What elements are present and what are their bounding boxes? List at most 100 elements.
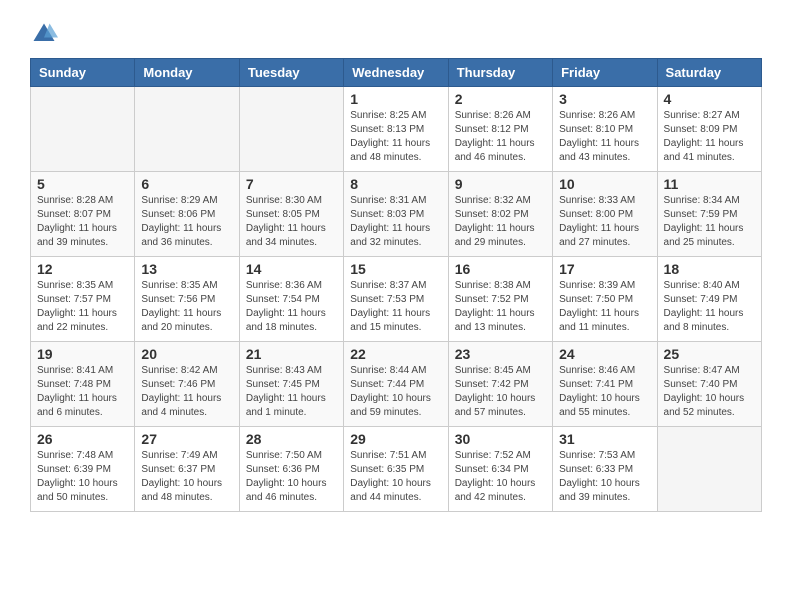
calendar-cell: 8 Sunrise: 8:31 AMSunset: 8:03 PMDaylight… (344, 172, 448, 257)
calendar-cell: 29 Sunrise: 7:51 AMSunset: 6:35 PMDayligh… (344, 427, 448, 512)
page-container: SundayMondayTuesdayWednesdayThursdayFrid… (30, 20, 762, 512)
calendar-week-row: 5 Sunrise: 8:28 AMSunset: 8:07 PMDaylight… (31, 172, 762, 257)
day-info: Sunrise: 8:40 AMSunset: 7:49 PMDaylight:… (664, 279, 755, 335)
day-info: Sunrise: 7:48 AMSunset: 6:39 PMDaylight:… (37, 449, 128, 505)
day-number: 23 (455, 346, 546, 362)
logo-icon (30, 20, 58, 48)
day-info: Sunrise: 8:34 AMSunset: 7:59 PMDaylight:… (664, 194, 755, 250)
day-info: Sunrise: 8:45 AMSunset: 7:42 PMDaylight:… (455, 364, 546, 420)
day-info: Sunrise: 8:26 AMSunset: 8:12 PMDaylight:… (455, 109, 546, 165)
calendar-cell: 12 Sunrise: 8:35 AMSunset: 7:57 PMDayligh… (31, 257, 135, 342)
day-number: 26 (37, 431, 128, 447)
day-number: 1 (350, 91, 441, 107)
calendar-week-row: 1 Sunrise: 8:25 AMSunset: 8:13 PMDaylight… (31, 87, 762, 172)
day-number: 5 (37, 176, 128, 192)
day-info: Sunrise: 8:44 AMSunset: 7:44 PMDaylight:… (350, 364, 441, 420)
day-number: 21 (246, 346, 337, 362)
calendar-header: SundayMondayTuesdayWednesdayThursdayFrid… (31, 59, 762, 87)
calendar-cell: 27 Sunrise: 7:49 AMSunset: 6:37 PMDayligh… (135, 427, 239, 512)
calendar-cell: 24Sunrise: 8:46 AMSunset: 7:41 PMDayligh… (553, 342, 657, 427)
day-info: Sunrise: 8:37 AMSunset: 7:53 PMDaylight:… (350, 279, 441, 335)
day-number: 2 (455, 91, 546, 107)
calendar-cell: 5 Sunrise: 8:28 AMSunset: 8:07 PMDaylight… (31, 172, 135, 257)
day-number: 25 (664, 346, 755, 362)
calendar-cell: 1 Sunrise: 8:25 AMSunset: 8:13 PMDaylight… (344, 87, 448, 172)
day-info: Sunrise: 8:43 AMSunset: 7:45 PMDaylight:… (246, 364, 337, 420)
calendar-cell: 23 Sunrise: 8:45 AMSunset: 7:42 PMDayligh… (448, 342, 552, 427)
day-number: 3 (559, 91, 650, 107)
day-number: 17 (559, 261, 650, 277)
weekday-header-row: SundayMondayTuesdayWednesdayThursdayFrid… (31, 59, 762, 87)
day-info: Sunrise: 8:31 AMSunset: 8:03 PMDaylight:… (350, 194, 441, 250)
day-info: Sunrise: 8:33 AMSunset: 8:00 PMDaylight:… (559, 194, 650, 250)
weekday-header-sunday: Sunday (31, 59, 135, 87)
weekday-header-saturday: Saturday (657, 59, 761, 87)
day-number: 28 (246, 431, 337, 447)
calendar-cell: 14 Sunrise: 8:36 AMSunset: 7:54 PMDayligh… (239, 257, 343, 342)
day-info: Sunrise: 8:35 AMSunset: 7:57 PMDaylight:… (37, 279, 128, 335)
calendar-cell: 22 Sunrise: 8:44 AMSunset: 7:44 PMDayligh… (344, 342, 448, 427)
calendar-week-row: 26 Sunrise: 7:48 AMSunset: 6:39 PMDayligh… (31, 427, 762, 512)
day-number: 24 (559, 346, 650, 362)
day-info: Sunrise: 8:30 AMSunset: 8:05 PMDaylight:… (246, 194, 337, 250)
day-info: Sunrise: 8:35 AMSunset: 7:56 PMDaylight:… (141, 279, 232, 335)
calendar-cell (657, 427, 761, 512)
calendar-week-row: 12 Sunrise: 8:35 AMSunset: 7:57 PMDayligh… (31, 257, 762, 342)
day-number: 13 (141, 261, 232, 277)
calendar-cell: 13 Sunrise: 8:35 AMSunset: 7:56 PMDayligh… (135, 257, 239, 342)
day-info: Sunrise: 8:36 AMSunset: 7:54 PMDaylight:… (246, 279, 337, 335)
calendar-cell: 11 Sunrise: 8:34 AMSunset: 7:59 PMDayligh… (657, 172, 761, 257)
day-number: 6 (141, 176, 232, 192)
day-number: 4 (664, 91, 755, 107)
calendar-cell: 30 Sunrise: 7:52 AMSunset: 6:34 PMDayligh… (448, 427, 552, 512)
day-number: 31 (559, 431, 650, 447)
day-info: Sunrise: 8:27 AMSunset: 8:09 PMDaylight:… (664, 109, 755, 165)
calendar-cell: 31 Sunrise: 7:53 AMSunset: 6:33 PMDayligh… (553, 427, 657, 512)
day-number: 14 (246, 261, 337, 277)
day-number: 29 (350, 431, 441, 447)
day-info: Sunrise: 8:47 AMSunset: 7:40 PMDaylight:… (664, 364, 755, 420)
day-number: 7 (246, 176, 337, 192)
weekday-header-monday: Monday (135, 59, 239, 87)
day-info: Sunrise: 8:39 AMSunset: 7:50 PMDaylight:… (559, 279, 650, 335)
calendar-cell: 2 Sunrise: 8:26 AMSunset: 8:12 PMDaylight… (448, 87, 552, 172)
calendar-body: 1 Sunrise: 8:25 AMSunset: 8:13 PMDaylight… (31, 87, 762, 512)
day-info: Sunrise: 7:53 AMSunset: 6:33 PMDaylight:… (559, 449, 650, 505)
day-info: Sunrise: 8:26 AMSunset: 8:10 PMDaylight:… (559, 109, 650, 165)
calendar-cell: 21 Sunrise: 8:43 AMSunset: 7:45 PMDayligh… (239, 342, 343, 427)
day-info: Sunrise: 7:52 AMSunset: 6:34 PMDaylight:… (455, 449, 546, 505)
calendar-cell: 4 Sunrise: 8:27 AMSunset: 8:09 PMDaylight… (657, 87, 761, 172)
day-info: Sunrise: 8:38 AMSunset: 7:52 PMDaylight:… (455, 279, 546, 335)
calendar-cell: 3 Sunrise: 8:26 AMSunset: 8:10 PMDaylight… (553, 87, 657, 172)
day-info: Sunrise: 8:29 AMSunset: 8:06 PMDaylight:… (141, 194, 232, 250)
calendar-cell: 19Sunrise: 8:41 AMSunset: 7:48 PMDayligh… (31, 342, 135, 427)
day-number: 20 (141, 346, 232, 362)
day-info: Sunrise: 7:51 AMSunset: 6:35 PMDaylight:… (350, 449, 441, 505)
weekday-header-friday: Friday (553, 59, 657, 87)
day-number: 9 (455, 176, 546, 192)
day-info: Sunrise: 8:28 AMSunset: 8:07 PMDaylight:… (37, 194, 128, 250)
calendar-cell: 16Sunrise: 8:38 AMSunset: 7:52 PMDayligh… (448, 257, 552, 342)
calendar-cell: 28 Sunrise: 7:50 AMSunset: 6:36 PMDayligh… (239, 427, 343, 512)
weekday-header-wednesday: Wednesday (344, 59, 448, 87)
day-info: Sunrise: 7:49 AMSunset: 6:37 PMDaylight:… (141, 449, 232, 505)
day-info: Sunrise: 8:32 AMSunset: 8:02 PMDaylight:… (455, 194, 546, 250)
day-info: Sunrise: 8:25 AMSunset: 8:13 PMDaylight:… (350, 109, 441, 165)
calendar-cell (135, 87, 239, 172)
day-number: 8 (350, 176, 441, 192)
calendar-cell: 15 Sunrise: 8:37 AMSunset: 7:53 PMDayligh… (344, 257, 448, 342)
calendar-cell: 10Sunrise: 8:33 AMSunset: 8:00 PMDayligh… (553, 172, 657, 257)
day-number: 12 (37, 261, 128, 277)
day-number: 27 (141, 431, 232, 447)
day-info: Sunrise: 7:50 AMSunset: 6:36 PMDaylight:… (246, 449, 337, 505)
day-number: 22 (350, 346, 441, 362)
calendar-cell: 26 Sunrise: 7:48 AMSunset: 6:39 PMDayligh… (31, 427, 135, 512)
day-number: 15 (350, 261, 441, 277)
calendar-cell: 6 Sunrise: 8:29 AMSunset: 8:06 PMDaylight… (135, 172, 239, 257)
calendar-table: SundayMondayTuesdayWednesdayThursdayFrid… (30, 58, 762, 512)
calendar-week-row: 19Sunrise: 8:41 AMSunset: 7:48 PMDayligh… (31, 342, 762, 427)
calendar-cell: 17 Sunrise: 8:39 AMSunset: 7:50 PMDayligh… (553, 257, 657, 342)
day-number: 11 (664, 176, 755, 192)
calendar-cell: 20Sunrise: 8:42 AMSunset: 7:46 PMDayligh… (135, 342, 239, 427)
day-number: 30 (455, 431, 546, 447)
